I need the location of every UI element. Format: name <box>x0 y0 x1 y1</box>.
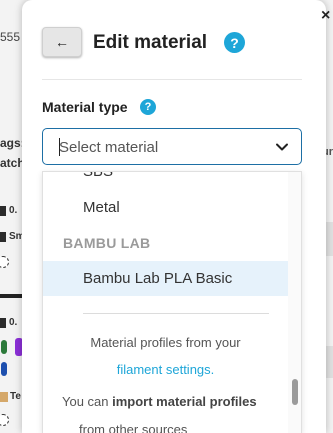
bg-color-dot <box>1 340 7 354</box>
help-icon[interactable]: ? <box>140 99 156 115</box>
material-dropdown-list[interactable]: SBS Metal BAMBU LAB Bambu Lab PLA Basic … <box>42 171 302 433</box>
bg-fragment: 0. <box>9 317 18 328</box>
close-icon[interactable]: × <box>321 8 330 24</box>
bg-dashed-circle <box>0 256 9 268</box>
bg-swatch <box>0 206 6 216</box>
chevron-down-icon <box>276 143 288 151</box>
material-type-select[interactable]: Select material <box>42 128 302 165</box>
bg-dashed-circle <box>0 414 9 426</box>
material-type-label: Material type <box>42 99 128 115</box>
bg-swatch <box>0 392 8 402</box>
import-bold-text: import material profiles <box>112 394 257 409</box>
import-text-cut: from other sources <box>79 422 188 433</box>
bg-fragment: Te <box>10 391 21 402</box>
page-title: Edit material <box>93 32 208 53</box>
bg-fragment: 555 <box>0 30 21 44</box>
import-text: You can import material profiles <box>62 394 257 409</box>
select-placeholder: Select material <box>59 139 159 156</box>
text-caret <box>59 138 60 156</box>
import-prefix: You can <box>62 394 113 409</box>
dropdown-option-bambu-pla-basic[interactable]: Bambu Lab PLA Basic <box>83 270 232 287</box>
filament-settings-link[interactable]: filament settings. <box>43 362 288 377</box>
dropdown-option-metal[interactable]: Metal <box>83 199 120 216</box>
bg-fragment: ags: <box>0 136 25 150</box>
dropdown-option[interactable]: SBS <box>83 172 113 180</box>
help-icon[interactable]: ? <box>224 32 245 53</box>
bg-swatch <box>0 318 6 328</box>
scrollbar-thumb[interactable] <box>292 379 298 405</box>
bg-color-dot <box>1 362 7 376</box>
arrow-left-icon: ← <box>55 34 69 50</box>
dropdown-group-header: BAMBU LAB <box>63 235 151 251</box>
bg-fragment: atch <box>0 156 25 170</box>
bg-fragment: 0. <box>9 205 18 216</box>
dropdown-separator <box>83 313 269 314</box>
back-button[interactable]: ← <box>42 27 82 57</box>
divider <box>42 79 302 80</box>
edit-material-panel: × ← Edit material ? Material type ? Sele… <box>22 0 330 433</box>
bg-swatch <box>0 232 6 242</box>
bg-separator <box>0 294 22 298</box>
info-text: Material profiles from your <box>90 335 241 350</box>
